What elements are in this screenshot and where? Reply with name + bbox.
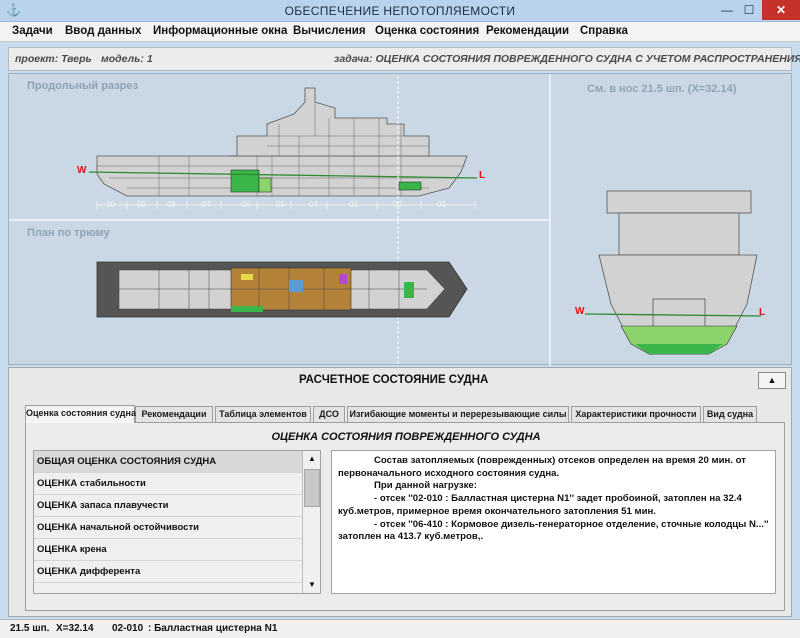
frame-label: 09 — [137, 200, 146, 209]
assessment-title: ОЦЕНКА СОСТОЯНИЯ ПОВРЕЖДЕННОГО СУДНА — [271, 431, 541, 443]
menu-bar: Задачи Ввод данных Информационные окна В… — [0, 22, 800, 42]
project-name: проект: Тверь — [15, 53, 92, 65]
panel-heading: РАСЧЕТНОЕ СОСТОЯНИЕ СУДНА — [299, 374, 489, 386]
title-bar: ⚓ ОБЕСПЕЧЕНИЕ НЕПОТОПЛЯЕМОСТИ — ☐ ✕ — [0, 0, 800, 22]
result-paragraph: - отсек ''06-410 : Кормовое дизель-генер… — [338, 518, 769, 543]
model-number: модель: 1 — [101, 53, 153, 65]
tab-bending-moments[interactable]: Изгибающие моменты и перерезывающие силы — [347, 406, 569, 422]
status-bar: 21.5 шп. X=32.14 02-010 : Балластная цис… — [0, 619, 800, 638]
list-item[interactable]: ОЦЕНКА стабильности — [34, 473, 303, 495]
tab-elements-table[interactable]: Таблица элементов — [215, 406, 311, 422]
frame-label: 07 — [202, 200, 211, 209]
menu-recommendations[interactable]: Рекомендации — [486, 25, 569, 37]
frame-label: 03 — [349, 200, 358, 209]
frame-label: 08 — [167, 200, 176, 209]
cross-section-drawing[interactable] — [584, 190, 762, 355]
tab-ship-view[interactable]: Вид судна — [703, 406, 757, 422]
tab-panel: ОЦЕНКА СОСТОЯНИЯ ПОВРЕЖДЕННОГО СУДНА ОБЩ… — [25, 422, 785, 611]
scroll-down-icon[interactable]: ▼ — [304, 578, 320, 592]
tab-state-assessment[interactable]: Оценка состояния судна — [25, 405, 136, 423]
section-view-label: См. в нос 21.5 шп. (X=32.14) — [587, 83, 737, 95]
list-item[interactable]: ОБЩАЯ ОЦЕНКА СОСТОЯНИЯ СУДНА — [34, 451, 303, 473]
maximize-button[interactable]: ☐ — [738, 0, 760, 20]
section-w-label: W — [575, 306, 585, 317]
menu-tasks[interactable]: Задачи — [12, 25, 53, 37]
project-info-bar: проект: Тверь модель: 1 задача: ОЦЕНКА С… — [8, 47, 800, 71]
scroll-thumb[interactable] — [304, 469, 320, 507]
close-button[interactable]: ✕ — [762, 0, 800, 20]
menu-data-input[interactable]: Ввод данных — [65, 25, 141, 37]
frame-label: 01 — [437, 200, 446, 209]
waterline-w-label: W — [77, 165, 87, 176]
collapse-panel-button[interactable]: ▲ — [758, 372, 786, 389]
list-item[interactable]: ОЦЕНКА запаса плавучести — [34, 495, 303, 517]
menu-state-assessment[interactable]: Оценка состояния — [375, 25, 479, 37]
plan-view-label: План по трюму — [27, 227, 110, 239]
menu-calculations[interactable]: Вычисления — [293, 25, 366, 37]
section-l-label: L — [759, 307, 766, 318]
frame-label: 04 — [309, 200, 318, 209]
list-scrollbar[interactable]: ▲ ▼ — [302, 451, 320, 593]
result-paragraph: При данной нагрузке: — [374, 480, 477, 492]
menu-info-windows[interactable]: Информационные окна — [153, 25, 287, 37]
status-compartment-name: : Балластная цистерна N1 — [148, 623, 278, 634]
scroll-up-icon[interactable]: ▲ — [304, 452, 320, 466]
profile-ship-drawing[interactable] — [88, 87, 478, 209]
tab-recommendations[interactable]: Рекомендации — [135, 406, 213, 422]
status-x-coordinate: X=32.14 — [56, 623, 94, 634]
plan-ship-drawing[interactable] — [96, 261, 468, 318]
frame-label: 10 — [106, 200, 115, 209]
calculated-state-panel: РАСЧЕТНОЕ СОСТОЯНИЕ СУДНА ▲ Оценка состо… — [8, 367, 792, 617]
window-title: ОБЕСПЕЧЕНИЕ НЕПОТОПЛЯЕМОСТИ — [284, 4, 516, 18]
minimize-button[interactable]: — — [716, 0, 738, 20]
tab-strength-characteristics[interactable]: Характеристики прочности — [571, 406, 701, 422]
chevron-up-icon: ▲ — [767, 375, 777, 385]
tab-dso[interactable]: ДСО — [313, 406, 345, 422]
frame-label: 02 — [393, 200, 402, 209]
profile-view-label: Продольный разрез — [27, 80, 138, 92]
frame-label: 05 — [276, 200, 285, 209]
waterline-l-label: L — [479, 170, 486, 181]
tab-strip: Оценка состояния судна Рекомендации Табл… — [25, 405, 785, 423]
status-compartment-id: 02-010 — [112, 623, 144, 634]
assessment-result-text: Состав затопляемых (поврежденных) отсеко… — [331, 450, 776, 594]
frame-label: 06 — [241, 200, 250, 209]
list-item[interactable]: ОЦЕНКА начальной остойчивости — [34, 517, 303, 539]
status-frame: 21.5 шп. — [10, 623, 50, 634]
assessment-list: ОБЩАЯ ОЦЕНКА СОСТОЯНИЯ СУДНА ОЦЕНКА стаб… — [33, 450, 321, 594]
task-description: задача: ОЦЕНКА СОСТОЯНИЯ ПОВРЕЖДЕННОГО С… — [334, 53, 800, 65]
menu-help[interactable]: Справка — [580, 25, 628, 37]
ship-views-area: Продольный разрез План по трюму См. в но… — [8, 73, 792, 366]
list-item[interactable]: ОЦЕНКА дифферента — [34, 561, 303, 583]
result-paragraph: - отсек ''02-010 : Балластная цистерна N… — [338, 493, 742, 517]
result-paragraph: Состав затопляемых (поврежденных) отсеко… — [338, 455, 746, 479]
list-item[interactable]: ОЦЕНКА крена — [34, 539, 303, 561]
